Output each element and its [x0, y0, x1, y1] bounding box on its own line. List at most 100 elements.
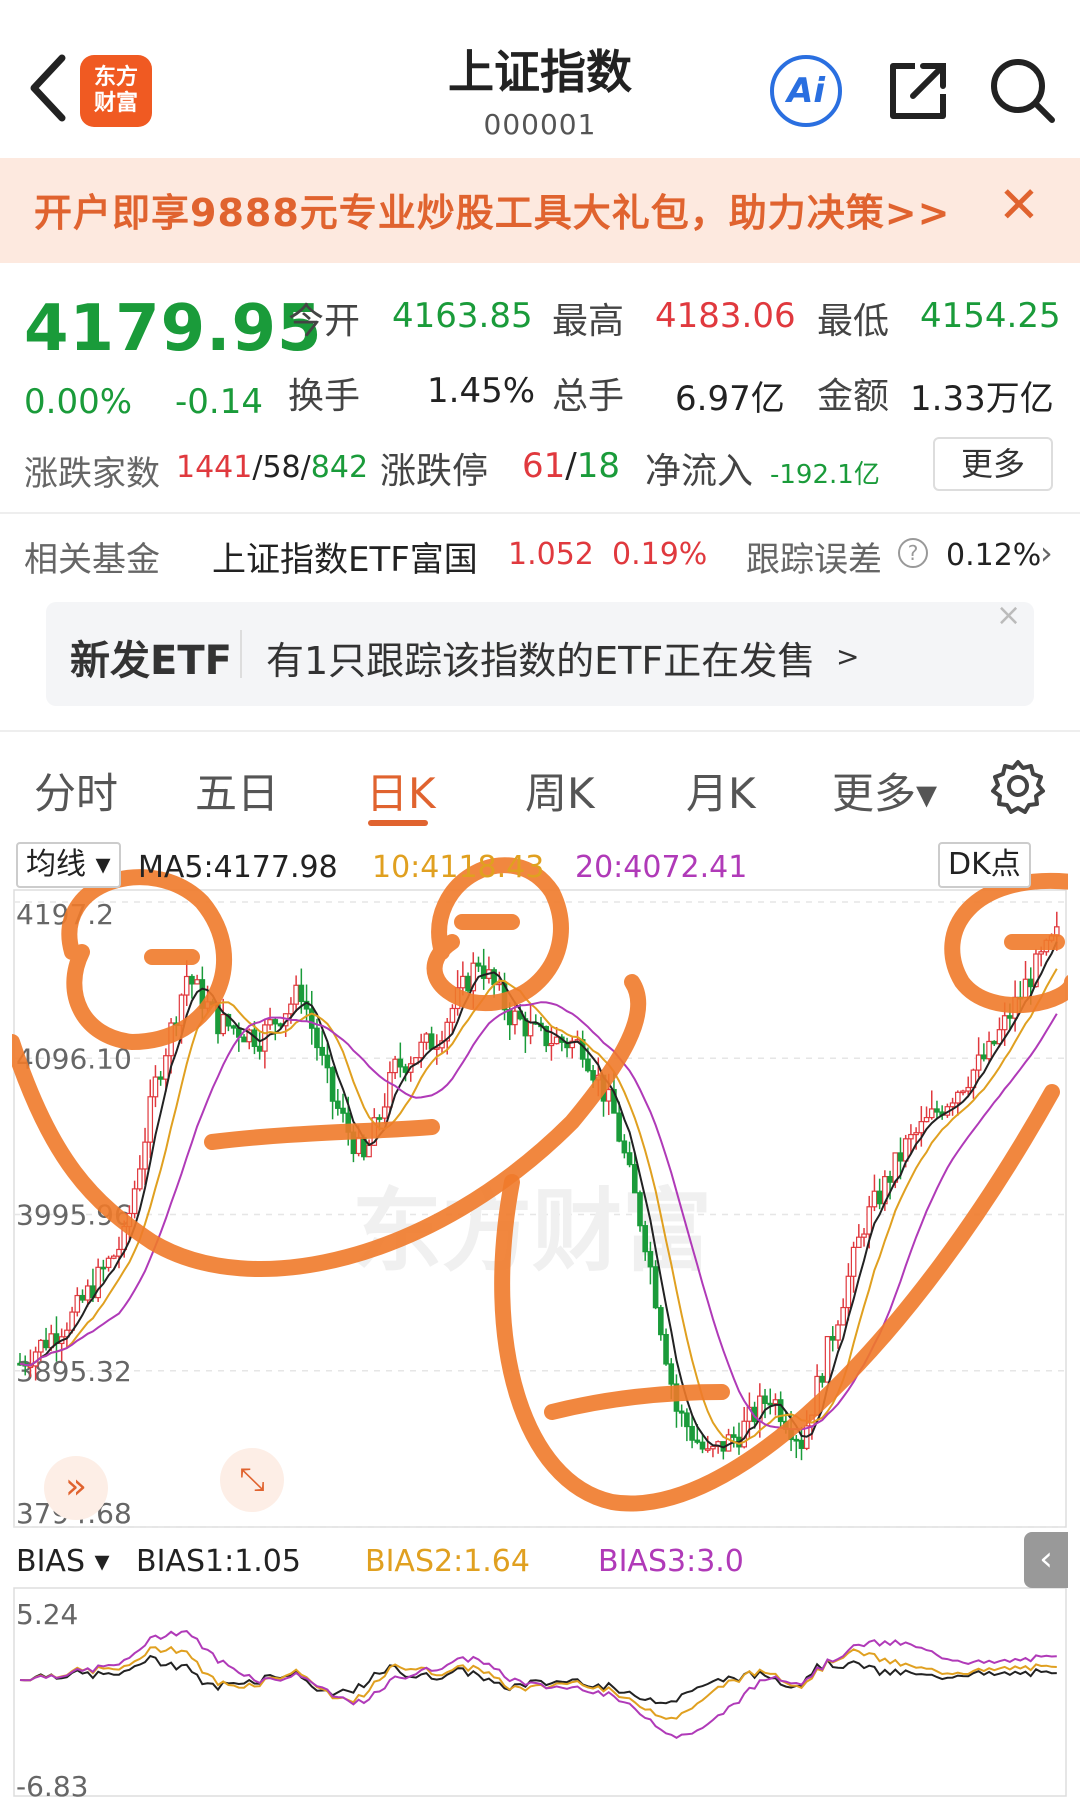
candle-body — [965, 1086, 972, 1092]
chevron-right-icon[interactable]: > — [836, 640, 859, 673]
new-etf-tag: 新发ETF — [70, 638, 232, 684]
bias3-line — [19, 1630, 1057, 1739]
candle-body — [142, 1141, 148, 1170]
candle-body — [376, 1117, 383, 1120]
volume-value: 6.97亿 — [675, 379, 785, 419]
candle-body — [256, 1045, 263, 1052]
low-label: 最低 — [817, 301, 890, 342]
candle-body — [506, 1009, 513, 1026]
candle-body — [605, 1088, 612, 1102]
candle-body — [684, 1412, 690, 1428]
candle-body — [699, 1441, 706, 1450]
candle-body — [355, 1136, 362, 1155]
candle-body — [381, 1106, 388, 1119]
high-value: 4183.06 — [655, 296, 796, 336]
amount-value: 1.33万亿 — [910, 379, 1054, 419]
tab-more[interactable]: 更多▾ — [832, 760, 937, 821]
candle-body — [798, 1439, 805, 1449]
tab-monthly-k[interactable]: 月K — [686, 760, 756, 821]
tab-weekly-k[interactable]: 周K — [525, 760, 595, 821]
low-value: 4154.25 — [920, 296, 1061, 336]
candle-body — [366, 1144, 372, 1158]
candle-body — [43, 1339, 49, 1349]
expand-left-icon[interactable]: » — [44, 1456, 108, 1520]
collapse-panel-icon[interactable]: ‹ — [1024, 1532, 1068, 1588]
candle-body — [585, 1058, 591, 1072]
candle-body — [183, 975, 190, 996]
candle-body — [668, 1363, 675, 1385]
candle-body — [105, 1257, 112, 1269]
fullscreen-icon[interactable]: ⤡ — [220, 1448, 284, 1512]
candle-body — [241, 1036, 247, 1043]
annotation-u — [494, 1084, 1060, 1512]
bias1-label: BIAS1:1.05 — [136, 1544, 301, 1579]
new-etf-notice[interactable]: 新发ETF 有1只跟踪该指数的ETF正在发售 > × — [46, 598, 1034, 706]
settings-gear-icon[interactable] — [990, 758, 1046, 814]
current-price: 4179.95 — [24, 292, 323, 366]
tab-daily-k[interactable]: 日K — [366, 760, 436, 821]
related-fund-label: 相关基金 — [24, 540, 160, 580]
bias1-line — [19, 1654, 1057, 1705]
close-icon[interactable]: × — [996, 598, 1021, 633]
candle-body — [335, 1100, 341, 1109]
candle-body — [975, 1054, 982, 1071]
bias-selector[interactable]: BIAS ▾ — [16, 1544, 110, 1579]
new-etf-text[interactable]: 有1只跟踪该指数的ETF正在发售 — [266, 630, 815, 685]
bias-frame — [13, 1587, 1067, 1797]
candle-body — [548, 1043, 555, 1047]
promo-banner[interactable]: 开户即享9888元专业炒股工具大礼包，助力决策>> ✕ — [0, 158, 1080, 263]
candle-body — [762, 1395, 768, 1404]
candle-body — [626, 1152, 633, 1166]
candle-body — [694, 1439, 701, 1443]
candle-body — [418, 1041, 424, 1059]
fund-name[interactable]: 上证指数ETF富国 — [212, 532, 478, 581]
candle-body — [923, 1116, 930, 1123]
candle-body — [928, 1108, 935, 1119]
candle-body — [887, 1176, 893, 1183]
candle-body — [1022, 978, 1029, 999]
candle-body — [152, 1076, 159, 1098]
kline-chart[interactable]: 4197.24096.103995.963895.323794.68东方财富5.… — [12, 842, 1068, 1800]
candle-body — [220, 1013, 226, 1035]
ma5-label: MA5:4177.98 — [138, 850, 338, 885]
candle-body — [314, 1027, 320, 1049]
help-icon[interactable]: ? — [898, 538, 928, 568]
fund-pct: 0.19% — [612, 537, 708, 572]
ma-selector[interactable]: 均线 ▾ — [16, 842, 121, 888]
candle-body — [631, 1163, 638, 1194]
divider — [240, 630, 242, 678]
search-icon[interactable] — [988, 56, 1058, 126]
candle-body — [616, 1112, 622, 1142]
candle-body — [137, 1168, 143, 1190]
candle-body — [512, 1010, 518, 1026]
candle-body — [897, 1152, 904, 1162]
chevron-right-icon[interactable]: › — [1040, 534, 1053, 572]
dk-point-button[interactable]: DK点 — [938, 842, 1031, 888]
ai-icon[interactable]: Ai — [770, 55, 842, 127]
tab-intraday[interactable]: 分时 — [34, 760, 118, 821]
candle-body — [194, 979, 200, 985]
candle-body — [908, 1133, 914, 1140]
breadth-label: 涨跌家数 — [24, 454, 160, 494]
candle-body — [954, 1091, 961, 1104]
candle-body — [308, 1008, 315, 1029]
candle-body — [981, 1054, 987, 1060]
candle-body — [850, 1246, 857, 1277]
candle-body — [553, 1036, 560, 1045]
candle-body — [637, 1192, 643, 1227]
promo-text[interactable]: 开户即享9888元专业炒股工具大礼包，助力决策>> — [34, 182, 950, 237]
candle-body — [829, 1335, 836, 1341]
candle-body — [767, 1402, 774, 1406]
candle-body — [704, 1448, 711, 1451]
candle-body — [449, 1007, 456, 1023]
share-icon[interactable] — [885, 58, 951, 124]
candle-body — [793, 1438, 800, 1442]
candle-body — [74, 1294, 81, 1313]
tab-five-day[interactable]: 五日 — [195, 760, 279, 821]
candle-body — [38, 1339, 44, 1353]
close-icon[interactable]: ✕ — [998, 176, 1040, 234]
candle-body — [876, 1190, 883, 1205]
candle-body — [288, 1003, 294, 1015]
more-button[interactable]: 更多 — [933, 437, 1053, 491]
annotation-dash — [204, 1119, 440, 1150]
